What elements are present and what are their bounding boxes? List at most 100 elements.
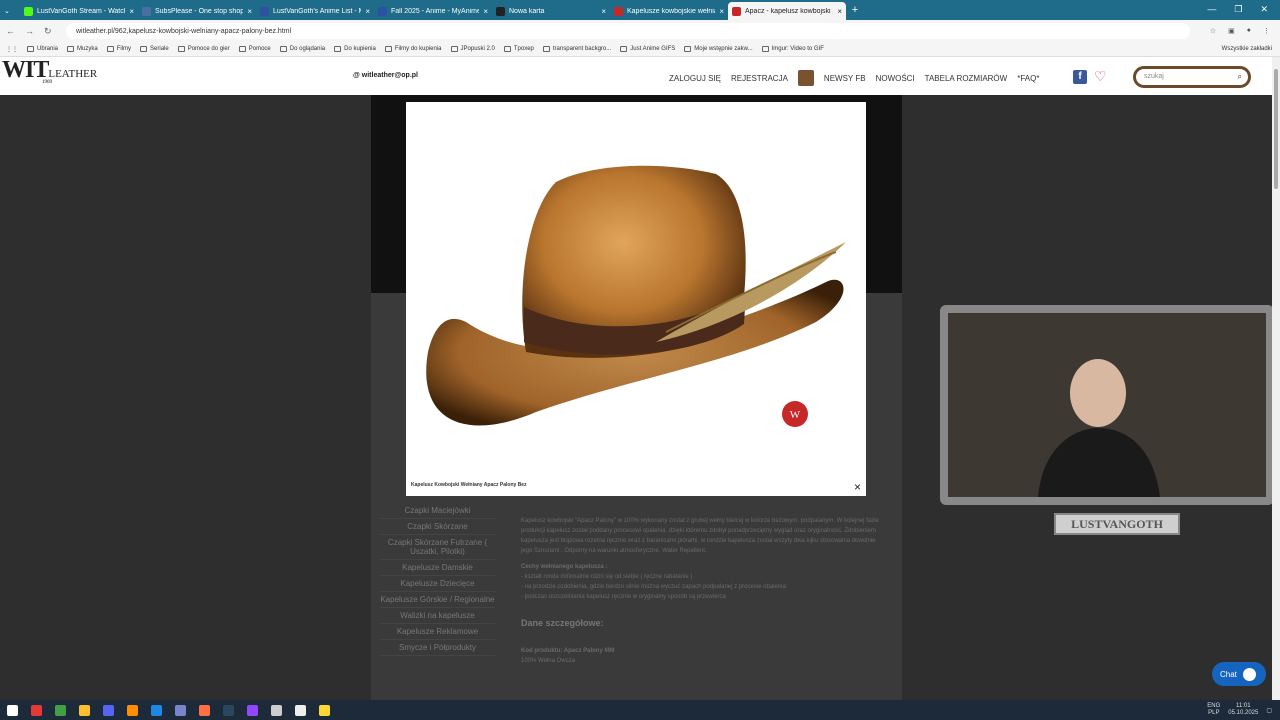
reload-icon[interactable]: ↻ (44, 26, 52, 37)
back-icon[interactable]: ← (6, 26, 15, 37)
nav-register[interactable]: REJESTRACJA (731, 74, 788, 83)
taskbar-item[interactable] (96, 700, 120, 720)
taskbar-item[interactable] (168, 700, 192, 720)
close-window-icon[interactable]: ✕ (1260, 4, 1268, 15)
browser-tab[interactable]: Apacz - kapelusz kowbojski pa × (728, 2, 846, 20)
tab-close-icon[interactable]: × (247, 7, 252, 16)
taskbar-item[interactable] (264, 700, 288, 720)
address-bar-row: ← → ↻ witleather.pl/962,kapelusz-kowbojs… (0, 20, 1280, 42)
notification-icon[interactable]: ▢ (1266, 707, 1272, 714)
nav-faq[interactable]: *FAQ* (1017, 74, 1039, 83)
side-menu-item[interactable]: Kapelusze Dziecięce (380, 576, 495, 592)
taskbar-item[interactable] (240, 700, 264, 720)
bookmark-item[interactable]: Imgur: Video to GIF (761, 46, 824, 52)
tab-title: Kapelusze kowbojskie wełnian (627, 7, 716, 15)
taskbar-item[interactable] (48, 700, 72, 720)
apps-icon[interactable]: ⋮⋮ (6, 46, 18, 53)
maximize-icon[interactable]: ❐ (1234, 4, 1242, 15)
lang2-text: PLP (1208, 710, 1220, 716)
tab-close-icon[interactable]: × (837, 7, 842, 16)
bookmark-item[interactable]: Pomoce do gier (177, 46, 230, 52)
browser-tab[interactable]: SubsPlease - One stop shop fo × (138, 2, 256, 20)
toolbar-right: ☆ ▣ ● ⋮ (1190, 27, 1280, 35)
cart-icon[interactable] (797, 70, 814, 86)
bookmark-label: transparent backgro... (552, 46, 612, 52)
bookmark-item[interactable]: Filmy (106, 46, 131, 52)
taskbar-item[interactable] (120, 700, 144, 720)
taskbar-item[interactable] (24, 700, 48, 720)
clock[interactable]: 11:01 05.10.2025 (1228, 703, 1258, 717)
close-icon[interactable]: × (854, 480, 861, 494)
language-indicator[interactable]: ENG PLP (1207, 703, 1220, 717)
bookmark-item[interactable]: Ubrania (27, 46, 58, 52)
minimize-icon[interactable]: — (1207, 4, 1216, 15)
side-menu-item[interactable]: Walizki na kapelusze (380, 608, 495, 624)
search-input[interactable]: szukaj ⌕ (1133, 66, 1251, 88)
nav-login[interactable]: ZALOGUJ SIĘ (669, 74, 721, 83)
side-menu-item[interactable]: Czapki Maciejówki (380, 503, 495, 519)
tab-close-icon[interactable]: × (129, 7, 134, 16)
menu-icon[interactable]: ⋮ (1263, 27, 1270, 35)
taskbar-item[interactable] (192, 700, 216, 720)
nav-size-table[interactable]: TABELA ROZMIARÓW (925, 74, 1008, 83)
extensions-icon[interactable]: ▣ (1228, 27, 1235, 35)
bookmark-item[interactable]: Seriale (140, 46, 169, 52)
taskbar-item[interactable] (0, 700, 24, 720)
side-menu-item[interactable]: Kapelusze Górskie / Regionalne (380, 592, 495, 608)
new-tab-button[interactable]: + (846, 4, 864, 16)
bookmark-item[interactable]: Tpoxep (503, 46, 534, 52)
folder-icon (684, 46, 692, 52)
contact-email[interactable]: @ witleather@op.pl (353, 72, 418, 79)
bookmark-item[interactable]: Filmy do kupienia (384, 46, 442, 52)
side-menu-item[interactable]: Kapelusze Reklamowe (380, 624, 495, 640)
browser-tab[interactable]: Fall 2025 - Anime - MyAnimeLi × (374, 2, 492, 20)
star-icon[interactable]: ☆ (1210, 27, 1216, 35)
tab-close-icon[interactable]: × (719, 7, 724, 16)
bookmark-item[interactable]: Do kupienia (334, 46, 376, 52)
feature-item: - podczas uszczelniania kapelusz ręcznie… (521, 594, 726, 600)
taskbar-item[interactable] (216, 700, 240, 720)
chat-button[interactable]: Chat (1212, 662, 1266, 686)
bookmark-item[interactable]: Pomoce (238, 46, 271, 52)
site-logo[interactable]: WITLEATHER 1969 (0, 57, 120, 95)
browser-tab[interactable]: Kapelusze kowbojskie wełnian × (610, 2, 728, 20)
tab-menu[interactable]: ⌄ (0, 2, 20, 20)
nav-news-fb[interactable]: NEWSY FB (824, 74, 866, 83)
bookmark-item[interactable]: Just Anime GIFS (620, 46, 675, 52)
tab-close-icon[interactable]: × (365, 7, 370, 16)
scrollbar[interactable] (1272, 57, 1280, 700)
forward-icon[interactable]: → (25, 26, 34, 37)
all-bookmarks[interactable]: Wszystkie zakładki (1222, 46, 1280, 52)
browser-tab[interactable]: LustVanGoth Stream - Watch L × (20, 2, 138, 20)
folder-icon (67, 46, 75, 52)
browser-tab[interactable]: LustVanGoth's Anime List - My × (256, 2, 374, 20)
lightbox: W Kapelusz Kowbojski Wełniany Apacz Palo… (406, 102, 866, 496)
bookmark-item[interactable]: transparent backgro... (542, 46, 612, 52)
browser-tab[interactable]: Nowa karta × (492, 2, 610, 20)
product-code: Kod produktu: Apacz Palony 699 (521, 648, 615, 654)
heart-icon[interactable]: ♡ (1094, 68, 1107, 85)
side-menu-item[interactable]: Kapelusze Damskie (380, 560, 495, 576)
taskbar-item[interactable] (312, 700, 336, 720)
bookmark-item[interactable]: JPopuski 2.0 (450, 46, 495, 52)
tab-favicon-icon (732, 6, 741, 16)
bookmark-item[interactable]: Do oglądania (279, 46, 325, 52)
side-menu-item[interactable]: Czapki Skórzane Futrzane ( Uszatki, Pilo… (380, 535, 495, 560)
facebook-icon[interactable]: f (1073, 70, 1087, 84)
side-menu-item[interactable]: Smycze i Półprodukty (380, 640, 495, 656)
tab-close-icon[interactable]: × (601, 7, 606, 16)
bookmark-item[interactable]: Muzyka (67, 46, 98, 52)
tab-title: LustVanGoth Stream - Watch L (37, 7, 126, 15)
nav-new[interactable]: NOWOŚCI (876, 74, 915, 83)
stream-label: LUSTVANGOTH (1054, 513, 1180, 535)
taskbar-item[interactable] (144, 700, 168, 720)
scrollbar-thumb[interactable] (1274, 69, 1278, 189)
search-icon[interactable]: ⌕ (1238, 69, 1242, 85)
tab-close-icon[interactable]: × (483, 7, 488, 16)
bookmark-item[interactable]: Moje wstępnie zakw... (684, 46, 753, 52)
profile-icon[interactable]: ● (1247, 27, 1251, 35)
taskbar-item[interactable] (288, 700, 312, 720)
taskbar-item[interactable] (72, 700, 96, 720)
url-field[interactable]: witleather.pl/962,kapelusz-kowbojski-wel… (66, 23, 1190, 39)
side-menu-item[interactable]: Czapki Skórzane (380, 519, 495, 535)
